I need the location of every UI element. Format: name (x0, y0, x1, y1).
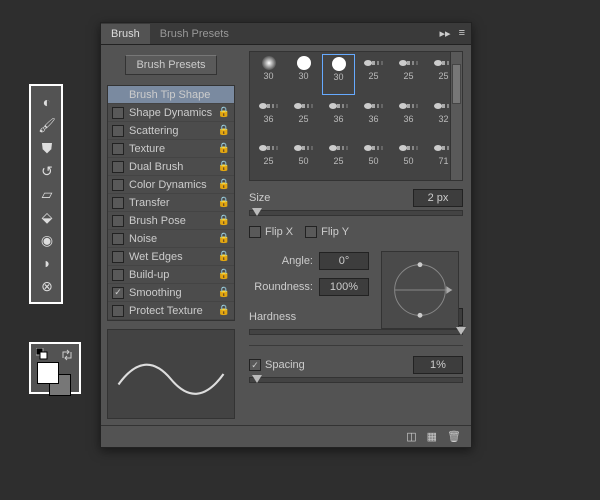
tab-brush[interactable]: Brush (101, 24, 150, 44)
panel-menu-icon[interactable]: ≡ (459, 27, 465, 40)
preset-item[interactable]: 36 (322, 97, 355, 136)
checkbox-icon[interactable] (112, 269, 124, 281)
preset-item[interactable]: 50 (287, 139, 320, 178)
brush-options-list: Brush Tip ShapeShape Dynamics🔒Scattering… (107, 85, 235, 321)
tab-brush-presets[interactable]: Brush Presets (150, 24, 239, 44)
tool-sponge[interactable]: ⊗ (34, 275, 60, 297)
option-transfer[interactable]: Transfer🔒 (108, 194, 234, 212)
checkbox-icon[interactable]: ✓ (112, 287, 124, 299)
lock-icon[interactable]: 🔒 (218, 215, 230, 226)
toggle-preview-icon[interactable]: ◫ (406, 430, 416, 443)
lock-icon[interactable]: 🔒 (218, 143, 230, 154)
color-swatches[interactable] (29, 342, 81, 394)
tool-eraser[interactable]: ▱ (34, 183, 60, 205)
spacing-input[interactable]: 1% (413, 356, 463, 374)
option-smoothing[interactable]: ✓Smoothing🔒 (108, 284, 234, 302)
preset-item[interactable]: 36 (252, 97, 285, 136)
lock-icon[interactable]: 🔒 (218, 179, 230, 190)
checkbox-icon[interactable] (112, 197, 124, 209)
hardness-slider[interactable] (249, 329, 463, 335)
lock-icon[interactable]: 🔒 (218, 125, 230, 136)
option-color-dynamics[interactable]: Color Dynamics🔒 (108, 176, 234, 194)
option-dual-brush[interactable]: Dual Brush🔒 (108, 158, 234, 176)
tool-history[interactable]: ↺ (34, 160, 60, 182)
preset-item[interactable]: 50 (392, 139, 425, 178)
brush-presets-button[interactable]: Brush Presets (125, 55, 216, 75)
angle-diagram[interactable] (381, 251, 459, 329)
checkbox-icon[interactable] (112, 233, 124, 245)
option-brush-pose[interactable]: Brush Pose🔒 (108, 212, 234, 230)
roundness-input[interactable]: 100% (319, 278, 369, 296)
lock-icon[interactable]: 🔒 (218, 233, 230, 244)
lock-icon[interactable]: 🔒 (218, 251, 230, 262)
lock-icon[interactable]: 🔒 (218, 161, 230, 172)
checkbox-icon[interactable] (112, 305, 124, 317)
lock-icon[interactable]: 🔒 (218, 107, 230, 118)
option-noise[interactable]: Noise🔒 (108, 230, 234, 248)
roundness-label: Roundness: (249, 281, 319, 293)
foreground-color[interactable] (37, 362, 59, 384)
panel-tabs: Brush Brush Presets ▸▸ ≡ (101, 23, 471, 45)
tool-bucket[interactable]: ⬙ (34, 206, 60, 228)
preset-item[interactable]: 36 (392, 97, 425, 136)
tool-dodge[interactable]: ◗ (34, 252, 60, 274)
preset-item[interactable]: 25 (357, 54, 390, 95)
lock-icon[interactable]: 🔒 (218, 197, 230, 208)
checkbox-icon[interactable] (112, 143, 124, 155)
preset-scrollbar[interactable] (450, 52, 462, 180)
lock-icon[interactable]: 🔒 (218, 269, 230, 280)
spacing-slider[interactable] (249, 377, 463, 383)
option-build-up[interactable]: Build-up🔒 (108, 266, 234, 284)
checkbox-icon[interactable] (112, 107, 124, 119)
option-protect-texture[interactable]: Protect Texture🔒 (108, 302, 234, 320)
option-scattering[interactable]: Scattering🔒 (108, 122, 234, 140)
tool-stamp[interactable]: ⛊ (34, 137, 60, 159)
hardness-label: Hardness (249, 311, 319, 323)
preset-item[interactable]: 25 (287, 97, 320, 136)
preset-item[interactable]: 25 (322, 139, 355, 178)
flip-x-checkbox[interactable]: Flip X (249, 226, 293, 238)
size-slider[interactable] (249, 210, 463, 216)
preset-item[interactable]: 25 (392, 54, 425, 95)
lock-icon[interactable]: 🔒 (218, 287, 230, 298)
checkbox-icon[interactable] (112, 179, 124, 191)
tool-palette: ◐🖌⛊↺▱⬙◉◗⊗ (29, 84, 63, 304)
option-shape-dynamics[interactable]: Shape Dynamics🔒 (108, 104, 234, 122)
panel-footer: ◫ ▦ 🗑 (101, 425, 471, 447)
tool-blur[interactable]: ◉ (34, 229, 60, 251)
tool-brush[interactable]: 🖌 (34, 114, 60, 136)
preset-item[interactable]: 25 (252, 139, 285, 178)
brush-preset-grid: 303030252525362536363632255025505071 (249, 51, 463, 181)
preset-item[interactable]: 30 (287, 54, 320, 95)
preset-item[interactable]: 30 (322, 54, 355, 95)
flip-y-checkbox[interactable]: Flip Y (305, 226, 349, 238)
angle-label: Angle: (249, 255, 319, 267)
preset-item[interactable]: 30 (252, 54, 285, 95)
preset-item[interactable]: 50 (357, 139, 390, 178)
default-colors-icon[interactable] (36, 348, 48, 360)
brush-panel: Brush Brush Presets ▸▸ ≡ Brush Presets B… (100, 22, 472, 448)
trash-icon[interactable]: 🗑 (447, 430, 461, 443)
size-input[interactable]: 2 px (413, 189, 463, 207)
preset-item[interactable]: 36 (357, 97, 390, 136)
new-preset-icon[interactable]: ▦ (427, 430, 437, 443)
angle-input[interactable]: 0° (319, 252, 369, 270)
tool-heal[interactable]: ◐ (34, 91, 60, 113)
option-texture[interactable]: Texture🔒 (108, 140, 234, 158)
checkbox-icon[interactable] (112, 251, 124, 263)
option-wet-edges[interactable]: Wet Edges🔒 (108, 248, 234, 266)
spacing-checkbox[interactable]: ✓ (249, 359, 261, 371)
stroke-preview (107, 329, 235, 419)
size-label: Size (249, 192, 319, 204)
checkbox-icon[interactable] (112, 215, 124, 227)
swap-colors-icon[interactable] (61, 348, 75, 362)
collapse-icon[interactable]: ▸▸ (440, 27, 451, 40)
checkbox-icon[interactable] (112, 161, 124, 173)
checkbox-icon[interactable] (112, 125, 124, 137)
lock-icon[interactable]: 🔒 (218, 305, 230, 316)
spacing-label: Spacing (265, 359, 325, 371)
option-brush-tip-shape[interactable]: Brush Tip Shape (108, 86, 234, 104)
